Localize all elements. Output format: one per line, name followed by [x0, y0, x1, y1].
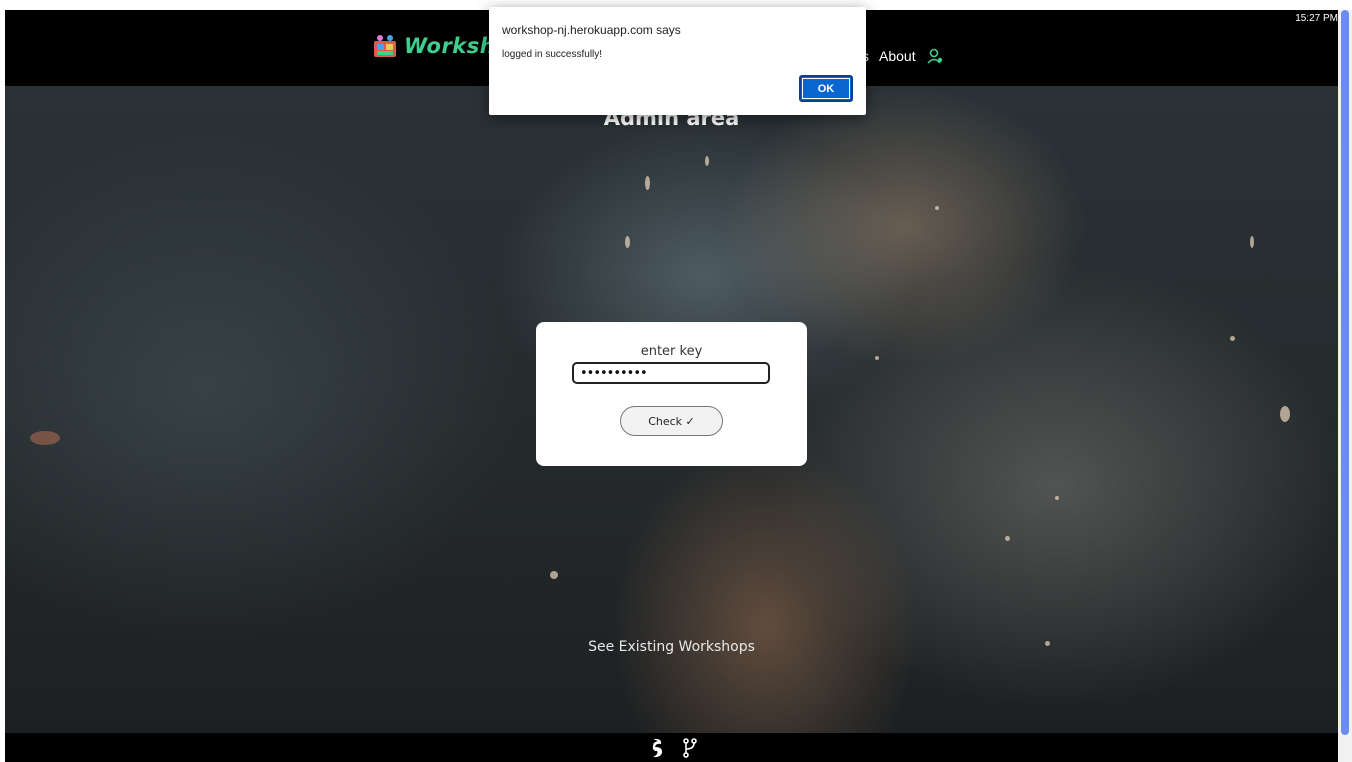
spark — [1055, 496, 1059, 500]
logo-text: Worksh — [404, 34, 496, 58]
spark — [645, 176, 650, 190]
spark — [1005, 536, 1010, 541]
spark — [1230, 336, 1235, 341]
spark — [625, 236, 630, 248]
site-logo[interactable]: Worksh — [372, 33, 495, 59]
clock: 15:27 PM — [1295, 13, 1338, 24]
spark — [935, 206, 939, 210]
workshop-logo-icon — [372, 33, 398, 59]
spark — [705, 156, 709, 166]
see-existing-workshops-link[interactable]: See Existing Workshops — [5, 639, 1338, 655]
nav-item-about[interactable]: About — [879, 48, 916, 64]
admin-key-input[interactable] — [572, 362, 770, 384]
dialog-message: logged in successfully! — [502, 49, 603, 60]
dragon-logo-icon[interactable] — [650, 737, 666, 762]
dialog-title: workshop-nj.herokuapp.com says — [502, 23, 681, 37]
scroll-thumb[interactable] — [1341, 10, 1349, 735]
git-icon[interactable] — [682, 737, 698, 762]
footer-icons — [650, 737, 698, 762]
spark — [1280, 406, 1290, 422]
check-button[interactable]: Check ✓ — [620, 406, 723, 436]
alert-dialog: workshop-nj.herokuapp.com says logged in… — [489, 7, 866, 115]
admin-key-card: enter key Check ✓ — [536, 322, 807, 466]
footer — [5, 733, 1338, 762]
page-scrollbar[interactable] — [1338, 10, 1352, 762]
spark — [550, 571, 558, 579]
spark — [875, 356, 879, 360]
ok-button[interactable]: OK — [799, 75, 853, 102]
key-label: enter key — [640, 344, 703, 359]
user-icon[interactable] — [926, 47, 944, 65]
spark — [1250, 236, 1254, 248]
spark — [30, 431, 60, 445]
nav-links: s About — [862, 47, 944, 65]
